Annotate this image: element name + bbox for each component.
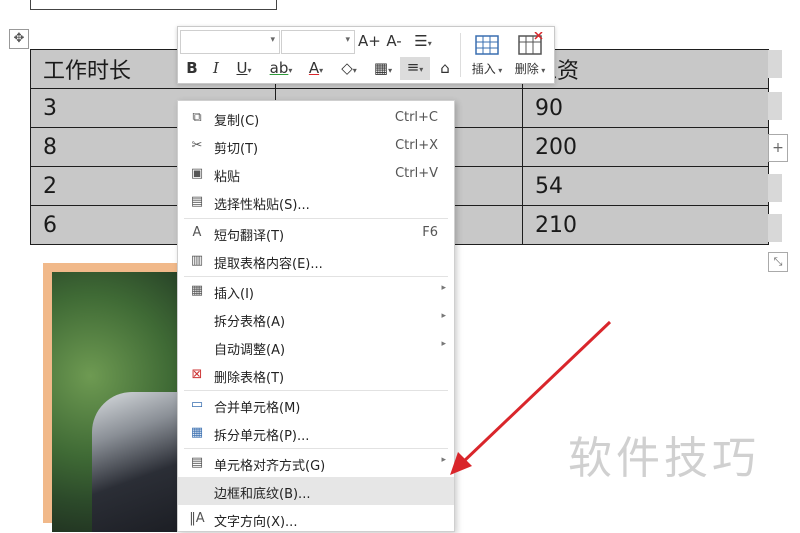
arrow-shaft bbox=[460, 320, 612, 465]
annotation-arrow bbox=[450, 320, 612, 475]
